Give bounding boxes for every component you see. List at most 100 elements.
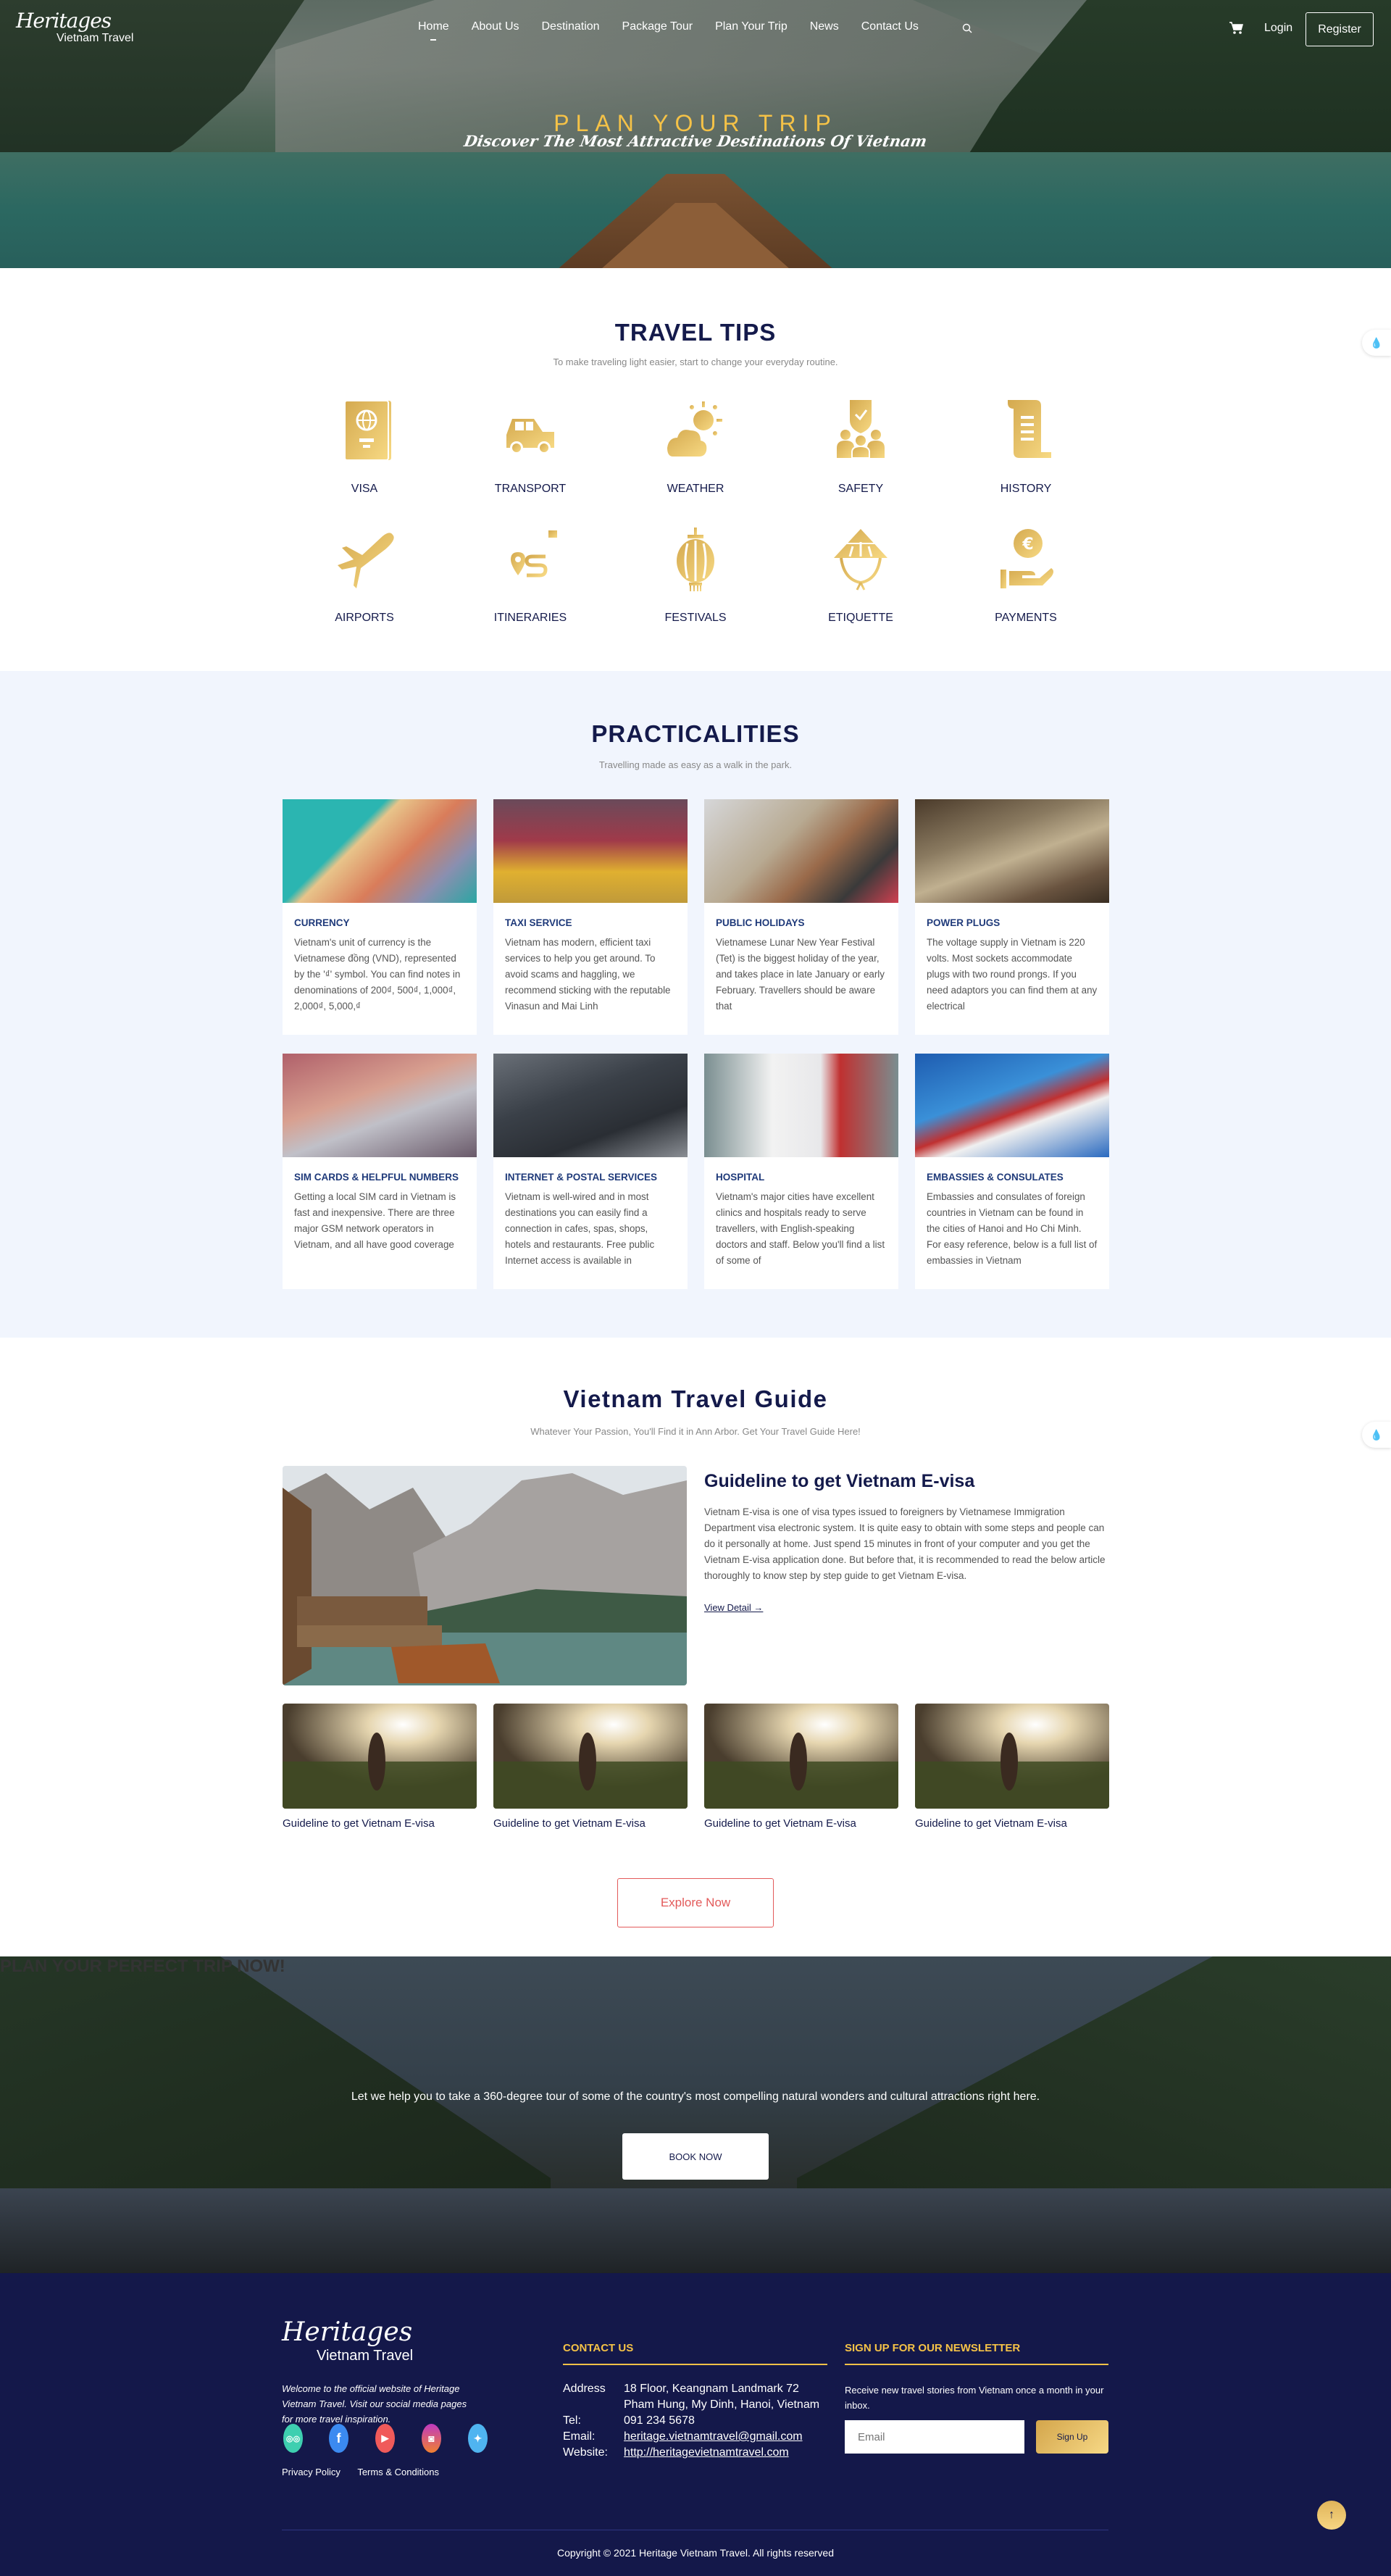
terms-link[interactable]: Terms & Conditions	[357, 2467, 439, 2477]
card-image	[283, 1054, 477, 1157]
nav-destination[interactable]: Destination	[542, 20, 600, 33]
tip-weather[interactable]: WEATHER	[623, 399, 768, 496]
facebook-icon[interactable]: f	[329, 2424, 348, 2453]
card-text: Vietnam's major cities have excellent cl…	[716, 1191, 885, 1266]
address-line-1: 18 Floor, Keangnam Landmark 72	[624, 2383, 799, 2395]
newsletter-text: Receive new travel stories from Vietnam …	[845, 2385, 1104, 2411]
tip-history[interactable]: HISTORY	[953, 399, 1098, 496]
cart-icon[interactable]	[1229, 20, 1245, 36]
register-button[interactable]: Register	[1306, 12, 1374, 46]
footer-welcome-text: Welcome to the official website of Herit…	[282, 2383, 467, 2425]
guide-caption[interactable]: Guideline to get Vietnam E-visa	[704, 1817, 856, 1830]
card-embassies[interactable]: EMBASSIES & CONSULATES Embassies and cons…	[915, 1054, 1109, 1289]
card-hospital[interactable]: HOSPITAL Vietnam's major cities have exce…	[704, 1054, 898, 1289]
scroll-icon	[993, 399, 1058, 464]
tip-label: FESTIVALS	[664, 612, 727, 624]
cta-title: PLAN YOUR PERFECT TRIP NOW!	[0, 1956, 285, 1976]
feature-image[interactable]	[283, 1466, 687, 1685]
guide-thumbnail[interactable]	[283, 1704, 477, 1809]
email-label: Email:	[563, 2430, 596, 2443]
tip-visa[interactable]: VISA	[292, 399, 437, 496]
book-now-button[interactable]: BOOK NOW	[622, 2133, 769, 2180]
card-taxi-service[interactable]: TAXI SERVICE Vietnam has modern, efficien…	[493, 799, 688, 1035]
newsletter-email-input[interactable]	[845, 2420, 1024, 2454]
tel-value[interactable]: 091 234 5678	[624, 2413, 695, 2429]
nav-about-us[interactable]: About Us	[472, 20, 519, 33]
email-link[interactable]: heritage.vietnamtravel@gmail.com	[624, 2429, 803, 2445]
card-power-plugs[interactable]: POWER PLUGS The voltage supply in Vietnam…	[915, 799, 1109, 1035]
feature-title[interactable]: Guideline to get Vietnam E-visa	[704, 1471, 974, 1492]
tripadvisor-icon[interactable]: ◎◎	[283, 2424, 303, 2453]
explore-now-button[interactable]: Explore Now	[617, 1878, 774, 1927]
cta-banner	[0, 1956, 1391, 2273]
instagram-icon[interactable]: ◙	[422, 2424, 441, 2453]
card-title: HOSPITAL	[716, 1172, 765, 1183]
practicalities-title: PRACTICALITIES	[591, 720, 800, 747]
youtube-icon[interactable]: ▶	[375, 2424, 395, 2453]
guide-thumbnail[interactable]	[915, 1704, 1109, 1809]
card-currency[interactable]: CURRENCY Vietnam's unit of currency is th…	[283, 799, 477, 1035]
card-text: Vietnam has modern, efficient taxi servi…	[505, 937, 671, 1012]
tip-etiquette[interactable]: ETIQUETTE	[788, 528, 933, 625]
tip-label: TRANSPORT	[494, 483, 567, 495]
card-text: Getting a local SIM card in Vietnam is f…	[294, 1191, 456, 1250]
footer-links: Privacy Policy Terms & Conditions	[282, 2467, 454, 2477]
card-text: Vietnam is well-wired and in most destin…	[505, 1191, 655, 1266]
address-label: Address	[563, 2383, 606, 2395]
card-image	[915, 799, 1109, 903]
nav-news[interactable]: News	[810, 20, 839, 33]
tip-label: ITINERARIES	[493, 612, 567, 624]
tip-label: SAFETY	[837, 483, 884, 495]
feature-body: Vietnam E-visa is one of visa types issu…	[704, 1506, 1106, 1581]
logo-subtitle: Vietnam Travel	[57, 32, 134, 44]
travel-tips-subtitle: To make traveling light easier, start to…	[553, 357, 838, 367]
nav-home[interactable]: Home	[418, 20, 449, 41]
card-internet-postal[interactable]: INTERNET & POSTAL SERVICES Vietnam is wel…	[493, 1054, 688, 1289]
contact-heading-rule	[563, 2364, 827, 2365]
login-link[interactable]: Login	[1264, 22, 1292, 35]
practicalities-section	[0, 671, 1391, 1338]
back-to-top-button[interactable]: ↑	[1317, 2501, 1346, 2530]
tip-itineraries[interactable]: ITINERARIES	[458, 528, 603, 625]
conical-hat-icon	[828, 528, 893, 593]
card-title: POWER PLUGS	[927, 917, 1001, 928]
route-pin-icon	[498, 528, 563, 593]
sun-cloud-icon	[663, 399, 728, 464]
tip-airports[interactable]: AIRPORTS	[292, 528, 437, 625]
privacy-policy-link[interactable]: Privacy Policy	[282, 2467, 341, 2477]
tip-festivals[interactable]: FESTIVALS	[623, 528, 768, 625]
site-logo[interactable]: Heritages Vietnam Travel	[16, 9, 139, 48]
website-link[interactable]: http://heritagevietnamtravel.com	[624, 2445, 789, 2461]
address-line-2: Pham Hung, My Dinh, Hanoi, Vietnam	[624, 2398, 820, 2411]
tip-transport[interactable]: TRANSPORT	[458, 399, 603, 496]
main-nav: Home About Us Destination Package Tour P…	[418, 20, 941, 41]
nav-plan-your-trip[interactable]: Plan Your Trip	[715, 20, 788, 33]
nav-contact-us[interactable]: Contact Us	[861, 20, 919, 33]
footer-logo-script: Heritages	[282, 2317, 413, 2347]
practicalities-subtitle: Travelling made as easy as a walk in the…	[598, 759, 793, 770]
hand-coin-icon: €	[993, 528, 1058, 593]
guide-caption[interactable]: Guideline to get Vietnam E-visa	[283, 1817, 435, 1830]
view-detail-link[interactable]: View Detail →	[704, 1602, 763, 1613]
newsletter-heading-rule	[845, 2364, 1108, 2365]
guide-thumbnail[interactable]	[704, 1704, 898, 1809]
copyright-text: Copyright © 2021 Heritage Vietnam Travel…	[556, 2547, 835, 2559]
guide-caption[interactable]: Guideline to get Vietnam E-visa	[915, 1817, 1067, 1830]
twitter-icon[interactable]: ✦	[468, 2424, 488, 2453]
card-text: The voltage supply in Vietnam is 220 vol…	[927, 937, 1098, 1012]
card-image	[493, 799, 688, 903]
card-image	[704, 1054, 898, 1157]
card-sim-cards[interactable]: SIM CARDS & HELPFUL NUMBERS Getting a loc…	[283, 1054, 477, 1289]
sign-up-button[interactable]: Sign Up	[1036, 2420, 1108, 2454]
card-title: SIM CARDS & HELPFUL NUMBERS	[294, 1172, 459, 1183]
lantern-icon	[663, 528, 728, 593]
card-public-holidays[interactable]: PUBLIC HOLIDAYS Vietnamese Lunar New Year…	[704, 799, 898, 1035]
card-image	[283, 799, 477, 903]
guide-thumbnail[interactable]	[493, 1704, 688, 1809]
nav-package-tour[interactable]: Package Tour	[622, 20, 693, 33]
guide-caption[interactable]: Guideline to get Vietnam E-visa	[493, 1817, 646, 1830]
tip-safety[interactable]: SAFETY	[788, 399, 933, 496]
search-icon[interactable]	[962, 23, 972, 33]
tip-payments[interactable]: € PAYMENTS	[953, 528, 1098, 625]
tip-label: AIRPORTS	[335, 612, 394, 624]
